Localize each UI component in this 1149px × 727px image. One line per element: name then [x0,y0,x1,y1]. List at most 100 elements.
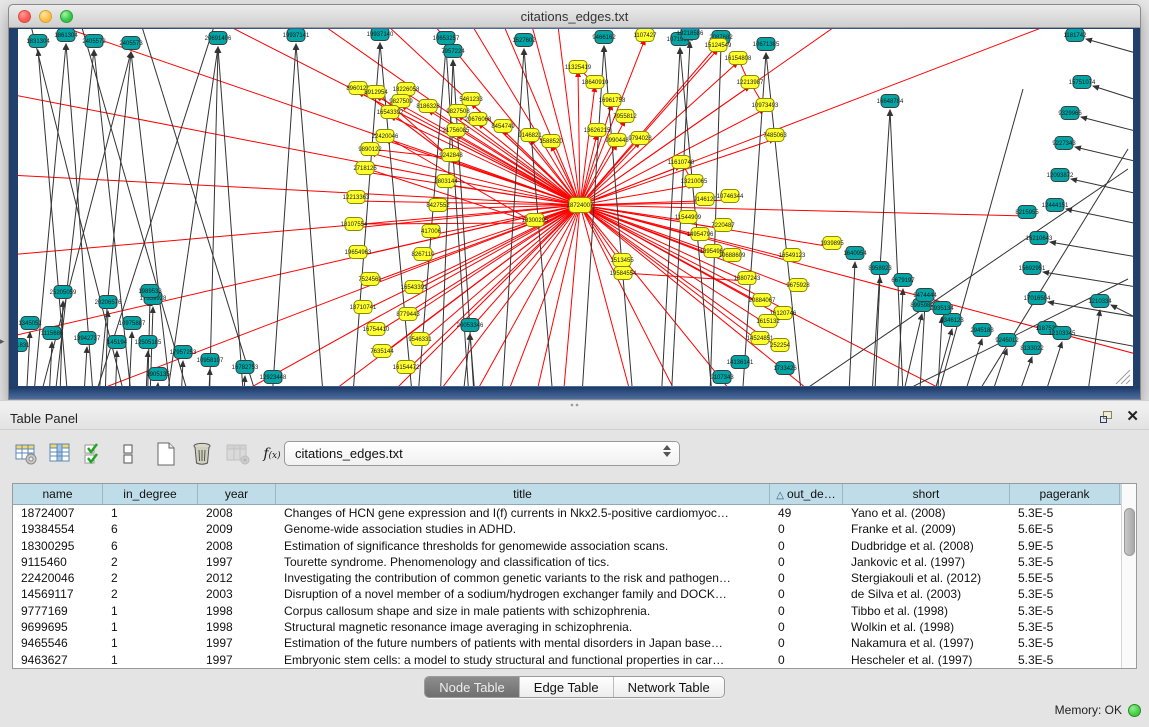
close-window-button[interactable] [18,10,31,23]
table-cell[interactable]: 1 [103,652,198,668]
citation-edge[interactable] [890,110,906,386]
citation-edge[interactable] [127,29,580,205]
column-header-name[interactable]: name [13,484,103,504]
table-cell[interactable]: Corpus callosum shape and size in male p… [276,603,770,619]
table-cell[interactable]: de Silva et al. (2003) [843,586,1010,602]
table-cell[interactable]: Embryonic stem cells: a model to study s… [276,652,770,668]
table-cell[interactable]: Tourette syndrome. Phenomenology and cla… [276,554,770,570]
table-cell[interactable]: 5.3E-5 [1010,635,1120,651]
float-panel-icon[interactable] [1100,410,1114,424]
citation-edge[interactable] [846,262,855,386]
table-cell[interactable]: Wolkin et al. (1998) [843,619,1010,635]
citation-edge[interactable] [944,339,982,386]
new-attribute-icon[interactable] [152,440,180,468]
table-cell[interactable]: Investigating the contribution of common… [276,570,770,586]
citation-edge[interactable] [1086,39,1133,55]
table-cell[interactable]: Estimation of significance thresholds fo… [276,538,770,554]
table-cell[interactable]: 6 [103,521,198,537]
citation-edge[interactable] [18,29,580,205]
table-row[interactable]: 1938455462009Genome-wide association stu… [13,521,1121,537]
citation-edge[interactable] [996,357,1032,386]
citation-edge[interactable] [218,47,248,386]
citation-edge[interactable] [1093,86,1133,102]
minimize-window-button[interactable] [39,10,52,23]
table-cell[interactable]: 1 [103,603,198,619]
citation-edge[interactable] [788,279,1128,386]
table-cell[interactable]: Tibbo et al. (1998) [843,603,1010,619]
citation-edge[interactable] [18,29,580,205]
citation-edge[interactable] [78,29,218,386]
table-cell[interactable]: Dudbridge et al. (2008) [843,538,1010,554]
citation-edge[interactable] [143,351,148,386]
table-cell[interactable]: 9465546 [13,635,103,651]
table-cell[interactable]: 0 [770,570,843,586]
table-cell[interactable]: Nakamura et al. (1997) [843,635,1010,651]
table-cell[interactable]: 5.3E-5 [1010,586,1120,602]
citation-edge[interactable] [138,29,273,386]
citation-edge[interactable] [1081,117,1133,133]
table-cell[interactable]: 6 [103,538,198,554]
close-panel-icon[interactable]: ✕ [1126,410,1139,424]
table-cell[interactable]: 2 [103,554,198,570]
resize-grip-icon[interactable] [1121,375,1130,384]
tab-edge-table[interactable]: Edge Table [520,677,614,697]
table-cell[interactable]: 1997 [198,635,276,651]
citation-edge[interactable] [718,169,1128,386]
table-cell[interactable]: 0 [770,521,843,537]
table-cell[interactable]: 0 [770,603,843,619]
import-table-icon[interactable] [224,440,252,468]
tab-node-table[interactable]: Node Table [425,677,520,697]
table-cell[interactable]: 1 [103,619,198,635]
table-cell[interactable]: 0 [770,652,843,668]
citation-edge[interactable] [888,314,922,386]
table-settings-icon[interactable] [12,440,40,468]
citation-edge[interactable] [420,205,580,343]
citation-edge[interactable] [580,205,1027,216]
citation-edge[interactable] [206,369,210,386]
table-row[interactable]: 911546021997Tourette syndrome. Phenomeno… [13,554,1121,570]
citation-edge[interactable] [1078,310,1100,386]
table-cell[interactable]: 1 [103,505,198,521]
column-header-out_de[interactable]: △out_de… [770,484,843,504]
citation-edge[interactable] [153,383,158,386]
divider-grip-icon[interactable] [570,403,580,407]
table-cell[interactable]: 2 [103,570,198,586]
citation-edge[interactable] [208,47,218,386]
table-columns-icon[interactable] [46,440,74,468]
citation-edge[interactable] [580,205,768,325]
citation-edge[interactable] [1066,209,1133,225]
table-cell[interactable]: Yano et al. (2008) [843,505,1010,521]
table-cell[interactable]: 9699695 [13,619,103,635]
table-cell[interactable]: 0 [770,619,843,635]
table-row[interactable]: 969969511998Structural magnetic resonanc… [13,619,1121,635]
table-cell[interactable]: 0 [770,538,843,554]
table-cell[interactable]: Estimation of the future numbers of pati… [276,635,770,651]
citation-edge[interactable] [916,304,925,386]
table-cell[interactable]: 2008 [198,538,276,554]
citation-edge[interactable] [580,39,645,205]
table-cell[interactable]: 9777169 [13,603,103,619]
table-cell[interactable]: 2008 [198,505,276,521]
table-scrollbar-thumb[interactable] [1124,508,1135,556]
table-row[interactable]: 1872400712008Changes of HCN gene express… [13,505,1121,521]
citation-edge[interactable] [80,347,87,386]
table-cell[interactable]: Stergiakouli et al. (2012) [843,570,1010,586]
memory-ok-icon[interactable] [1128,704,1141,717]
table-cell[interactable]: 5.9E-5 [1010,538,1120,554]
citation-edge[interactable] [268,44,296,386]
window-titlebar[interactable]: citations_edges.txt [9,5,1140,28]
citation-edge[interactable] [18,167,580,205]
column-header-year[interactable]: year [198,484,276,504]
row-height-icon[interactable] [114,440,142,468]
split-divider[interactable] [0,400,1149,408]
table-cell[interactable]: Genome-wide association studies in ADHD. [276,521,770,537]
table-row[interactable]: 1456911722003Disruption of a novel membe… [13,586,1121,602]
tab-network-table[interactable]: Network Table [614,677,724,697]
select-rows-icon[interactable] [80,440,108,468]
table-row[interactable]: 977716911998Corpus callosum shape and si… [13,603,1121,619]
citation-edge[interactable] [708,46,721,386]
table-cell[interactable]: 9115460 [13,554,103,570]
table-cell[interactable]: 1 [103,635,198,651]
zoom-window-button[interactable] [60,10,73,23]
table-scrollbar[interactable] [1121,484,1136,668]
